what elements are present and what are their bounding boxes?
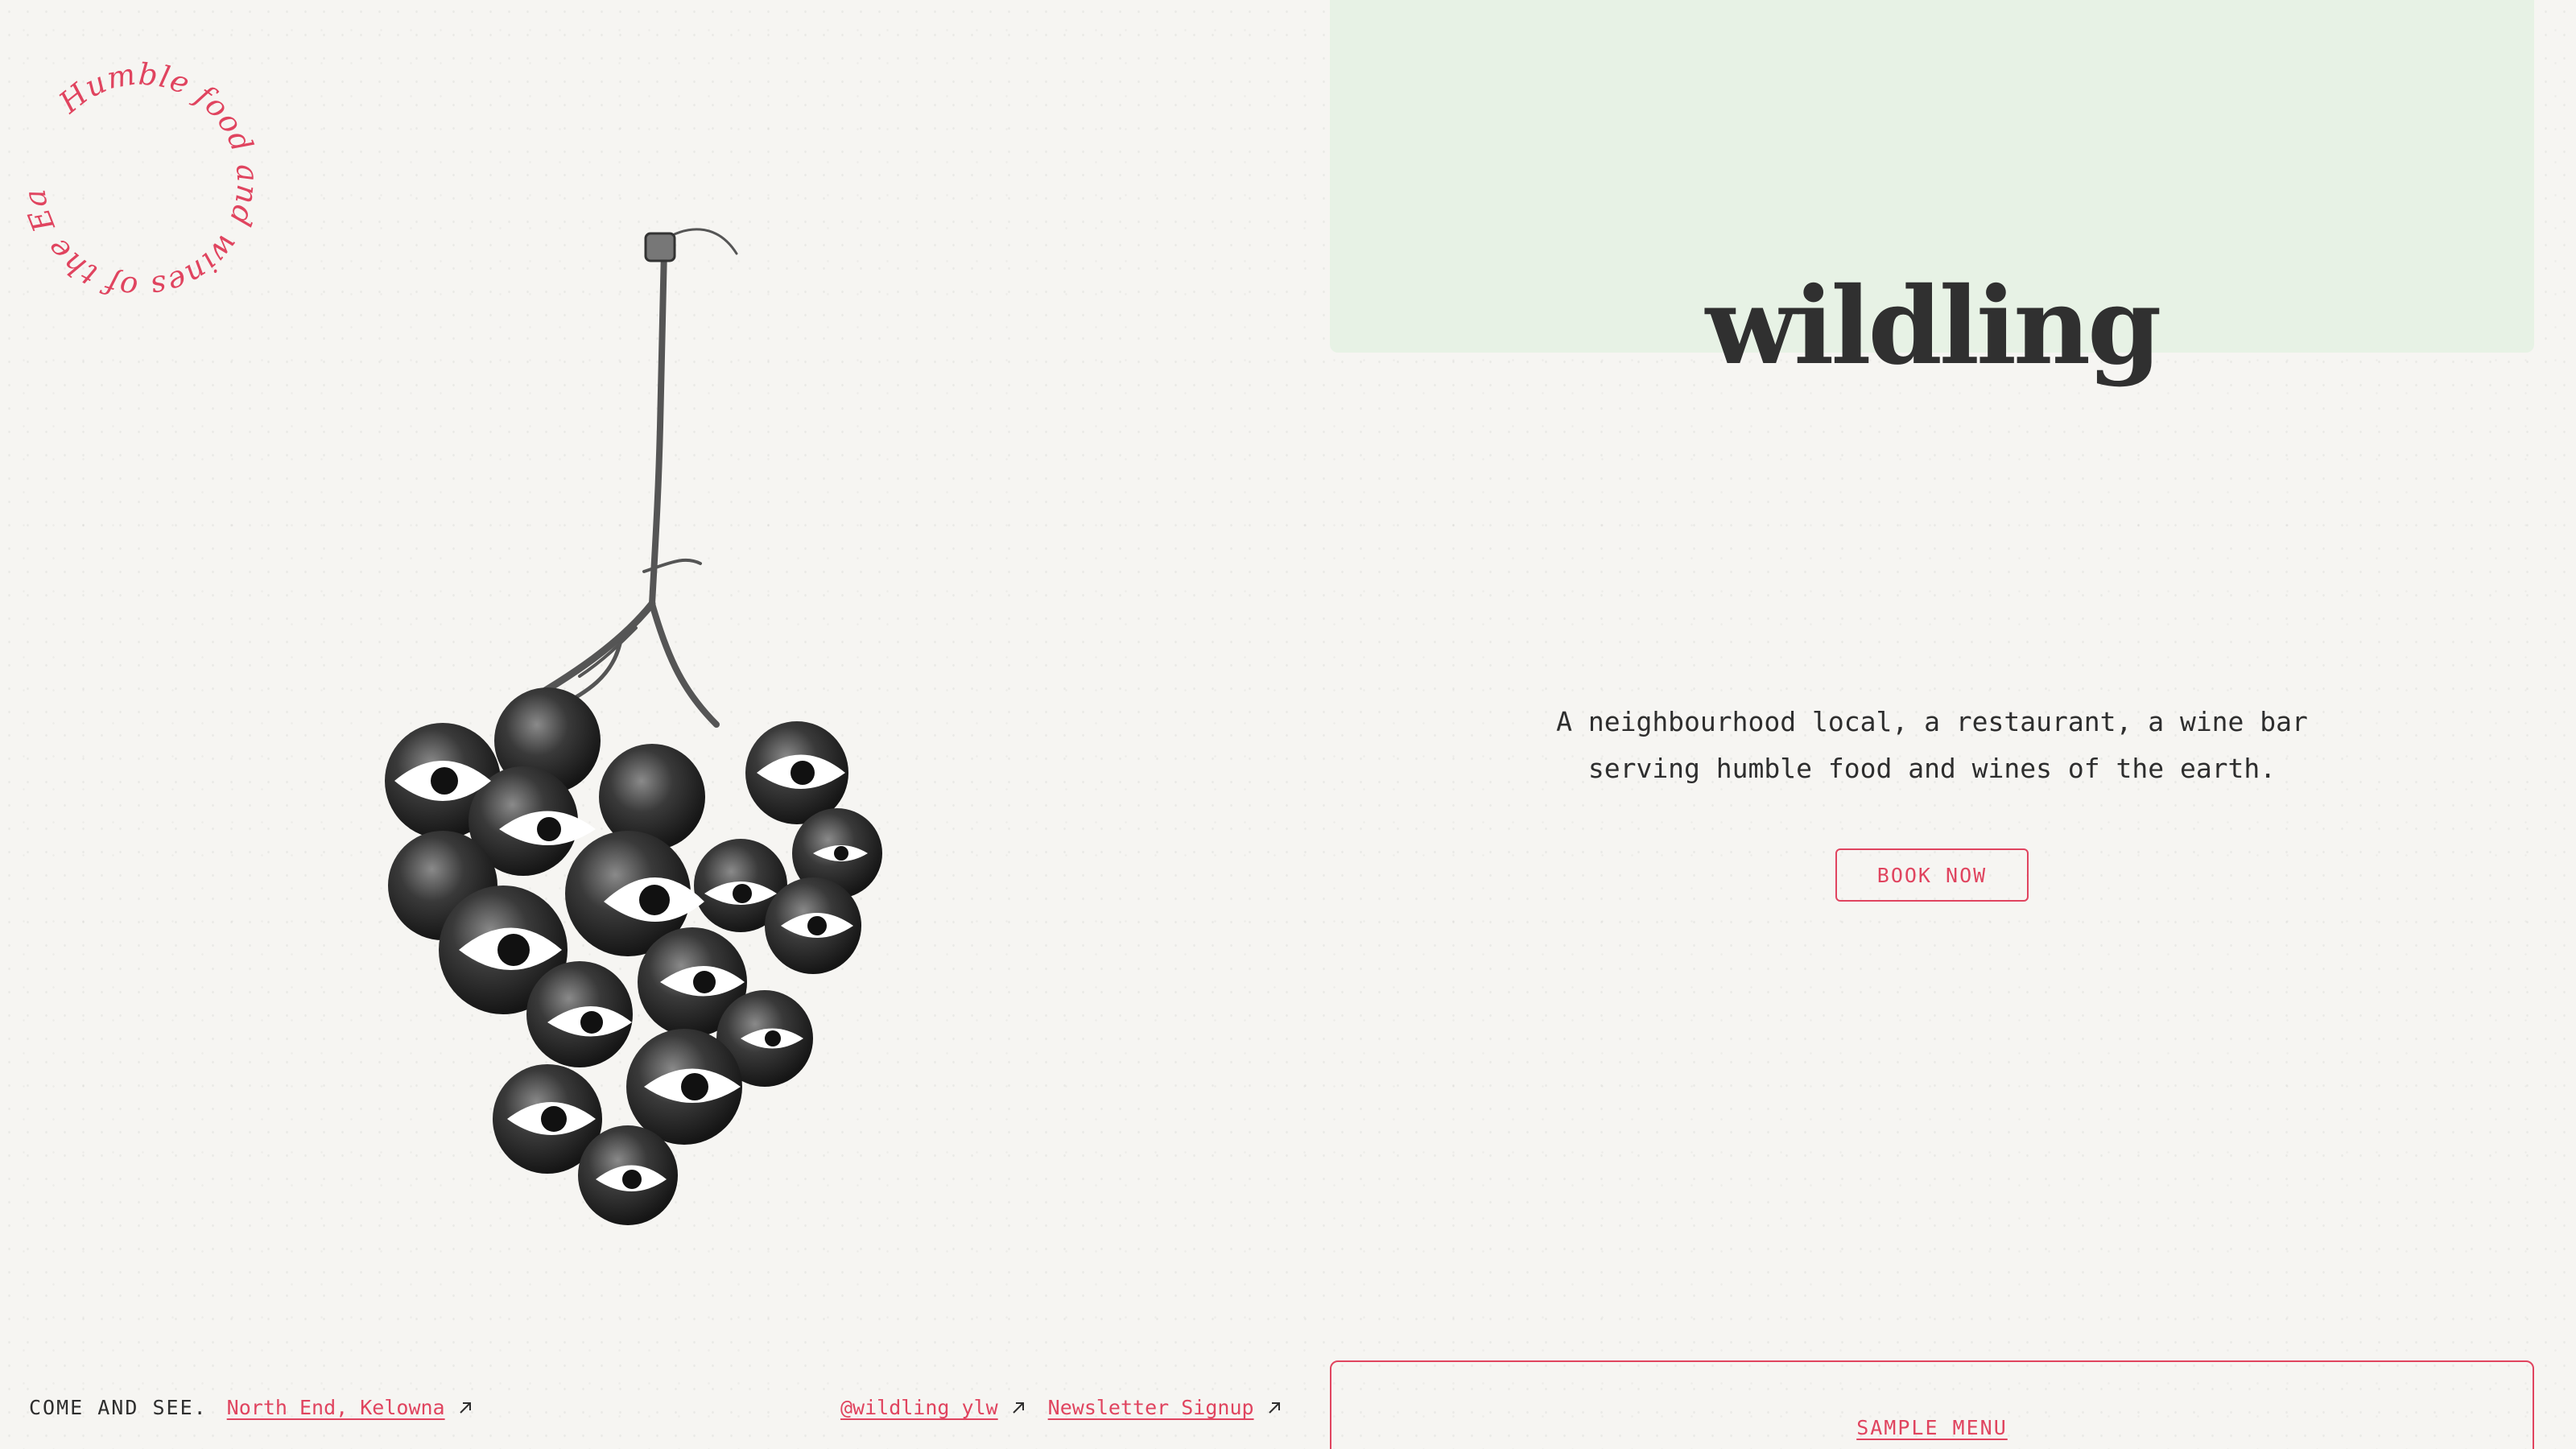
circular-tagline-badge: Humble food and wines of the Earth. <box>16 56 265 305</box>
newsletter-link-text: Newsletter Signup <box>1047 1396 1254 1419</box>
tagline-line-2: serving humble food and wines of the ear… <box>1587 753 2277 784</box>
sample-menu-panel: SAMPLE MENU <box>1330 1360 2534 1449</box>
newsletter-link[interactable]: Newsletter Signup <box>1048 1396 1282 1419</box>
instagram-link[interactable]: @wildling_ylw <box>840 1396 1026 1419</box>
arrow-up-right-icon <box>459 1402 471 1414</box>
footer-social: @wildling_ylw Newsletter Signup <box>840 1396 1282 1419</box>
hero-tagline: A neighbourhood local, a restaurant, a w… <box>1330 699 2534 792</box>
location-link-text: North End, Kelowna <box>226 1396 445 1419</box>
come-and-see-label: COME AND SEE. <box>29 1396 208 1419</box>
footer-location: COME AND SEE. North End, Kelowna <box>29 1396 473 1419</box>
tagline-line-1: A neighbourhood local, a restaurant, a w… <box>1556 706 2308 737</box>
eye-grapes-illustration <box>385 228 882 1225</box>
arrow-up-right-icon <box>1012 1402 1024 1414</box>
book-now-button[interactable]: BOOK NOW <box>1835 848 2029 902</box>
brand-logo[interactable]: wildling <box>1330 274 2534 380</box>
location-link[interactable]: North End, Kelowna <box>227 1396 473 1419</box>
instagram-link-text: @wildling_ylw <box>840 1396 998 1419</box>
badge-text: Humble food and wines of the Earth. <box>16 56 265 305</box>
arrow-up-right-icon <box>1268 1402 1280 1414</box>
sample-menu-link[interactable]: SAMPLE MENU <box>1856 1391 2008 1449</box>
